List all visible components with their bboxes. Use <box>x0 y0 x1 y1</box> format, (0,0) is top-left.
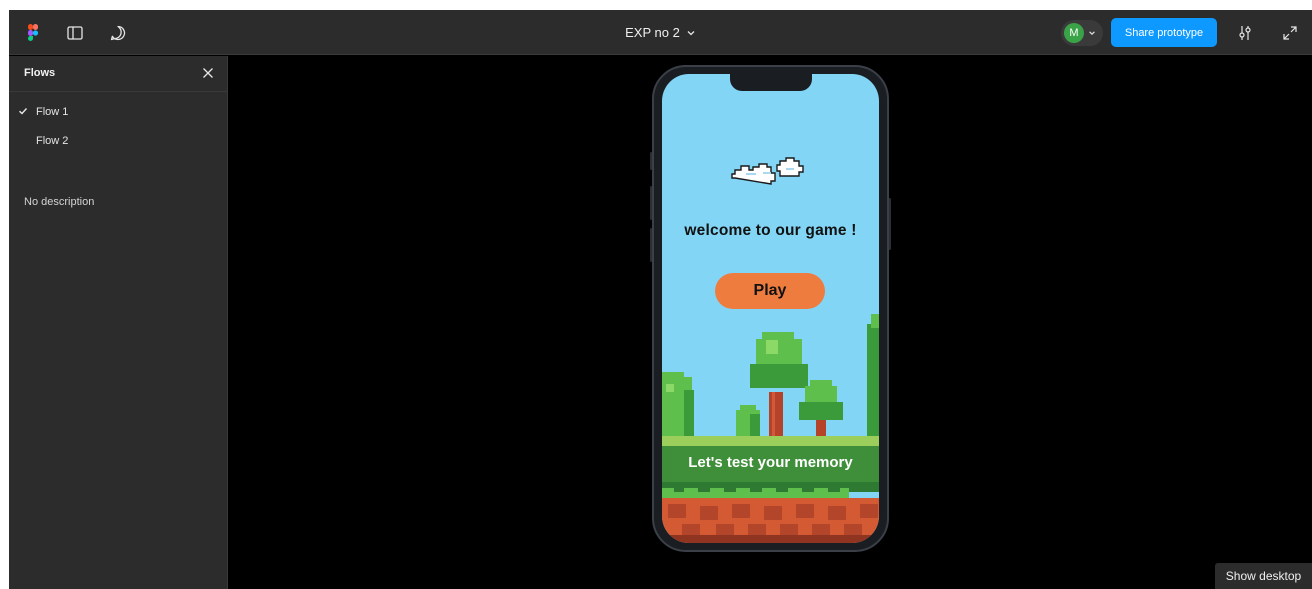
chevron-down-icon[interactable] <box>686 28 696 38</box>
flow-item-label: Flow 1 <box>36 106 69 118</box>
file-title[interactable]: EXP no 2 <box>625 25 680 40</box>
avatar: M <box>1064 23 1084 43</box>
checkmark-icon <box>19 108 28 115</box>
comment-bubble-icon[interactable] <box>108 23 128 43</box>
tree-icon <box>799 380 843 437</box>
sliders-icon[interactable] <box>1235 23 1255 43</box>
flow-item-label: Flow 2 <box>36 135 69 147</box>
user-menu[interactable]: M <box>1061 20 1103 46</box>
tree-icon <box>662 372 694 437</box>
phone-frame: welcome to our game ! Play Let's test yo… <box>652 65 889 552</box>
flows-sidebar: Flows Flow 1 Flow 2 No description <box>9 56 228 589</box>
figma-logo-icon[interactable] <box>23 23 43 43</box>
sidebar-title: Flows <box>24 67 56 79</box>
cloud-icon <box>731 157 804 185</box>
sidebar-panel-icon[interactable] <box>65 23 85 43</box>
top-bar: EXP no 2 M Share prototype <box>9 10 1312 55</box>
expand-icon[interactable] <box>1280 23 1300 43</box>
flow-item-1[interactable]: Flow 1 <box>9 98 227 126</box>
flow-item-2[interactable]: Flow 2 <box>9 127 227 155</box>
prototype-canvas: welcome to our game ! Play Let's test yo… <box>229 56 1312 589</box>
figma-prototype-viewer: EXP no 2 M Share prototype Flows Flow 1 … <box>9 10 1312 589</box>
prototype-screen: welcome to our game ! Play Let's test yo… <box>662 74 879 543</box>
tree-icon <box>736 405 760 438</box>
share-prototype-button[interactable]: Share prototype <box>1111 18 1217 47</box>
chevron-down-icon <box>1089 31 1095 35</box>
show-desktop-button[interactable]: Show desktop <box>1215 563 1312 589</box>
memory-tagline: Let's test your memory <box>688 454 853 471</box>
tree-icon <box>867 314 879 437</box>
flow-description: No description <box>24 196 95 208</box>
play-button[interactable]: Play <box>715 273 825 309</box>
close-icon[interactable] <box>199 64 217 82</box>
sidebar-header: Flows <box>9 56 227 92</box>
phone-notch <box>730 74 812 91</box>
welcome-heading: welcome to our game ! <box>684 222 857 239</box>
